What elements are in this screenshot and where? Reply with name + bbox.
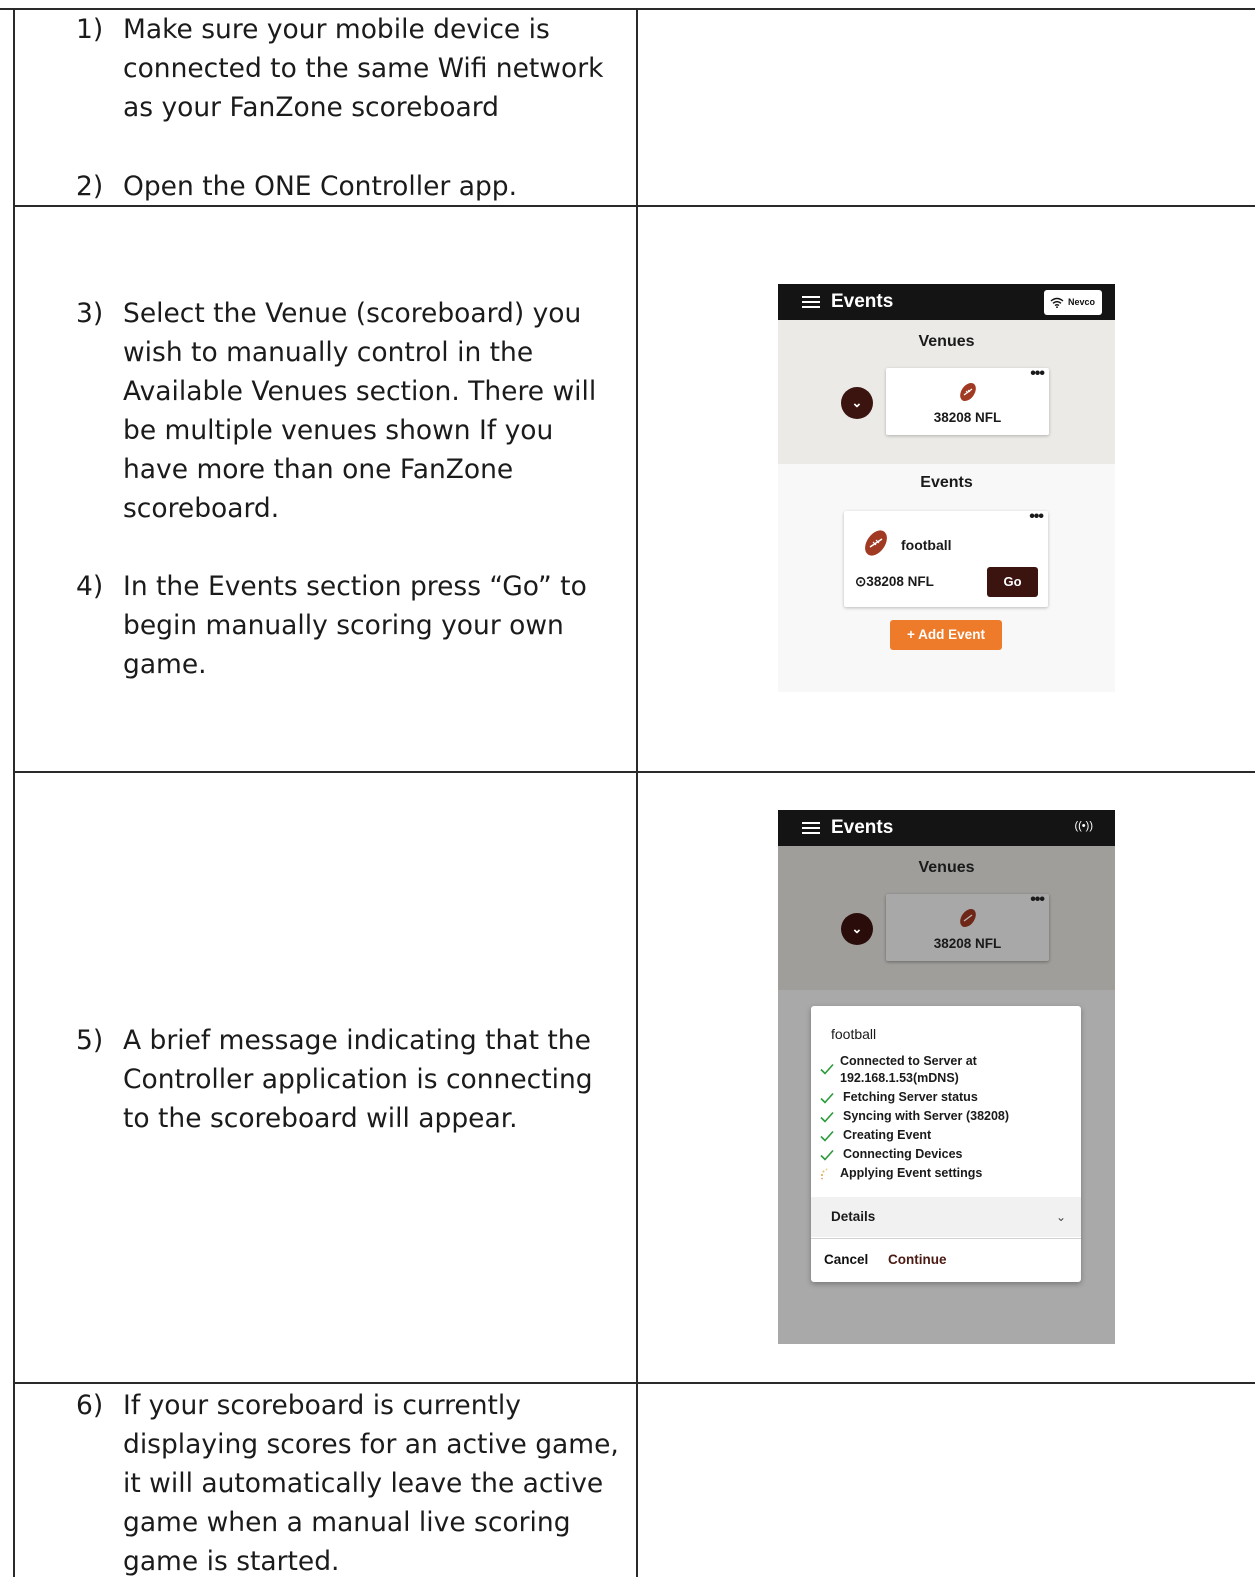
check-icon <box>820 1092 834 1104</box>
event-name: football <box>901 537 952 553</box>
step-text: Select the Venue (scoreboard) you wish t… <box>123 298 597 524</box>
venue-name: 38208 NFL <box>933 410 1002 425</box>
step-number: 2) <box>76 171 104 202</box>
status-item: Syncing with Server (38208) <box>819 1108 1079 1127</box>
check-icon <box>820 1063 834 1075</box>
table-row-divider <box>13 771 1255 773</box>
venue-card[interactable]: ••• 38208 NFL <box>886 365 1049 435</box>
venues-heading: Venues <box>918 859 975 876</box>
loading-spinner-icon <box>821 1168 828 1180</box>
wifi-icon <box>1050 297 1064 308</box>
check-icon <box>820 1130 834 1142</box>
more-options-icon[interactable]: ••• <box>1030 365 1045 383</box>
step-number: 4) <box>76 571 104 602</box>
status-label: Connecting Devices <box>843 1147 963 1161</box>
cancel-button[interactable]: Cancel <box>824 1252 868 1267</box>
venue-name: 38208 NFL <box>933 936 1002 951</box>
more-options-icon[interactable]: ••• <box>1029 508 1044 526</box>
chevron-down-icon: ⌄ <box>1055 1210 1066 1224</box>
divider <box>811 1238 1081 1239</box>
details-label: Details <box>831 1209 876 1224</box>
check-icon <box>820 1149 834 1161</box>
continue-button[interactable]: Continue <box>888 1252 947 1267</box>
football-icon <box>960 382 976 402</box>
app-title: Events <box>831 817 894 838</box>
step-number: 1) <box>76 14 104 45</box>
football-icon <box>960 908 976 928</box>
step-1: 1) Make sure your mobile device is conne… <box>76 10 621 127</box>
table-border-left <box>13 8 15 1577</box>
wifi-network-chip[interactable]: Nevco <box>1044 290 1102 315</box>
table-border-middle <box>636 8 638 1577</box>
step-number: 6) <box>76 1390 104 1421</box>
status-label: Syncing with Server (38208) <box>843 1109 1010 1123</box>
expand-venues-button[interactable]: ⌄ <box>841 913 873 945</box>
status-item: Fetching Server status <box>819 1089 1079 1108</box>
step-text: Open the ONE Controller app. <box>123 171 518 202</box>
more-options-icon[interactable]: ••• <box>1030 891 1045 909</box>
check-icon <box>820 1111 834 1123</box>
status-item: Connecting Devices <box>819 1146 1079 1165</box>
details-expander[interactable]: Details ⌄ <box>811 1197 1081 1237</box>
status-label: Connected to Server at 192.168.1.53(mDNS… <box>840 1054 977 1085</box>
step-number: 5) <box>76 1025 104 1056</box>
status-label: Creating Event <box>843 1128 932 1142</box>
add-event-button[interactable]: + Add Event <box>890 620 1002 650</box>
table-row-divider <box>13 1382 1255 1384</box>
chevron-double-down-icon: ⌄ <box>851 921 863 936</box>
football-icon <box>865 530 887 556</box>
hamburger-menu-icon[interactable] <box>802 296 820 308</box>
status-item: Creating Event <box>819 1127 1079 1146</box>
broadcast-icon: ((•)) <box>1074 820 1093 832</box>
step-3: 3) Select the Venue (scoreboard) you wis… <box>76 294 621 528</box>
status-list: Connected to Server at 192.168.1.53(mDNS… <box>819 1053 1079 1184</box>
status-item: Applying Event settings <box>819 1165 1079 1184</box>
venues-heading: Venues <box>918 333 975 350</box>
expand-venues-button[interactable]: ⌄ <box>841 387 873 419</box>
events-heading: Events <box>920 474 973 491</box>
step-text: Make sure your mobile device is connecte… <box>123 14 604 123</box>
app-screenshot-connecting: Venues Events ((•)) ⌄ ••• 38208 NFL foot… <box>778 810 1115 1344</box>
event-location: ⊙38208 NFL <box>855 574 934 589</box>
step-5: 5) A brief message indicating that the C… <box>76 1021 621 1138</box>
app-screenshot-events: Events Nevco Venues ⌄ ••• 38208 NFL Even… <box>778 284 1115 692</box>
chevron-double-down-icon: ⌄ <box>851 395 863 410</box>
connecting-dialog: football Connected to Server at 192.168.… <box>811 1006 1081 1282</box>
step-2: 2) Open the ONE Controller app. <box>76 167 621 206</box>
status-label: Fetching Server status <box>843 1090 978 1104</box>
step-text: In the Events section press “Go” to begi… <box>123 571 587 680</box>
step-4: 4) In the Events section press “Go” to b… <box>76 567 621 684</box>
step-number: 3) <box>76 298 104 329</box>
status-label: Applying Event settings <box>840 1166 983 1180</box>
app-title: Events <box>831 291 894 312</box>
event-card[interactable]: ••• football ⊙38208 NFL Go <box>844 508 1048 607</box>
hamburger-menu-icon[interactable] <box>802 822 820 834</box>
status-item: Connected to Server at 192.168.1.53(mDNS… <box>819 1053 1079 1089</box>
step-text: If your scoreboard is currently displayi… <box>123 1390 619 1577</box>
dialog-title: football <box>831 1026 877 1042</box>
step-6: 6) If your scoreboard is currently displ… <box>76 1386 621 1581</box>
wifi-network-label: Nevco <box>1068 297 1096 307</box>
app-bar: Events Nevco <box>778 284 1115 320</box>
app-bar: Events ((•)) <box>778 810 1115 846</box>
go-button[interactable]: Go <box>987 567 1038 597</box>
step-text: A brief message indicating that the Cont… <box>123 1025 593 1134</box>
venue-card[interactable]: ••• 38208 NFL <box>886 891 1049 961</box>
